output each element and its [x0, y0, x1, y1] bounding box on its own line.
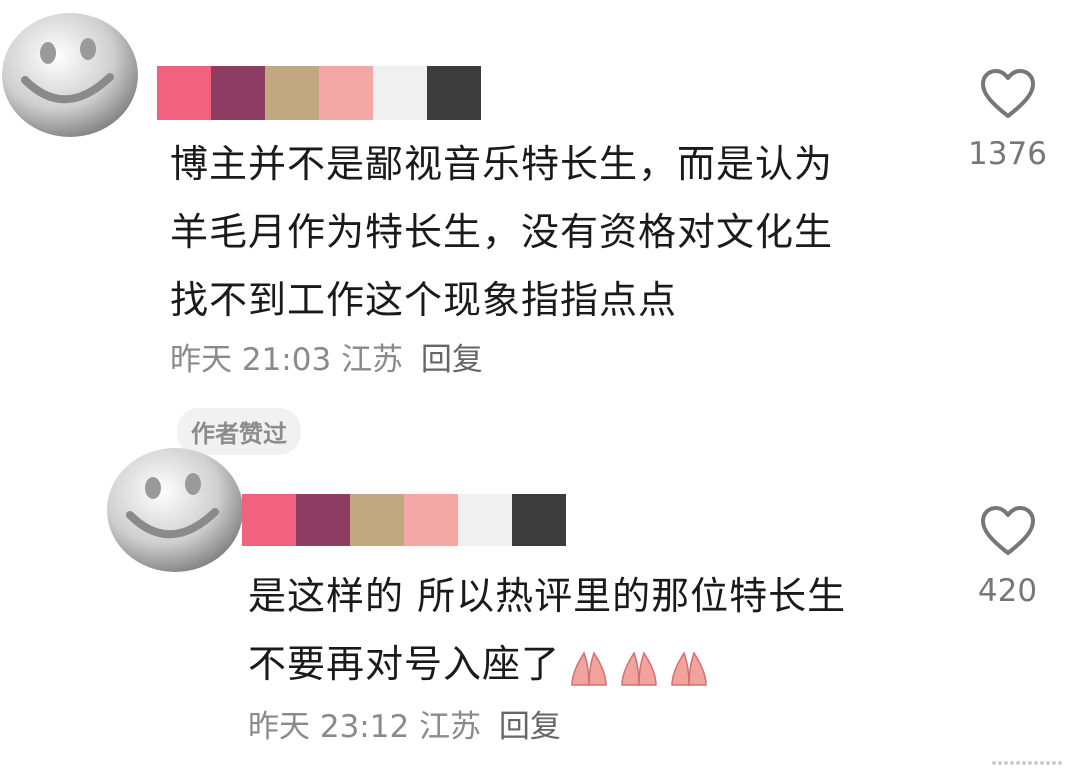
like-button[interactable]: 420 — [965, 505, 1050, 611]
heart-outline-icon — [980, 69, 1035, 118]
palette-swatch — [404, 494, 458, 546]
username-redacted-palette[interactable] — [157, 66, 481, 120]
location: 江苏 — [419, 709, 482, 745]
palette-swatch — [427, 66, 481, 120]
location: 江苏 — [341, 342, 404, 378]
timestamp: 昨天 23:12 — [248, 709, 410, 745]
palette-swatch — [373, 66, 427, 120]
comment-2-meta: 昨天 23:12 江苏 回复 — [248, 707, 561, 747]
avatar[interactable] — [105, 440, 245, 580]
comment-2-line-1: 是这样的 所以热评里的那位特长生 — [248, 574, 847, 618]
palette-swatch — [265, 66, 319, 120]
watermark-dots — [992, 761, 1062, 765]
palette-swatch — [458, 494, 512, 546]
palette-swatch — [319, 66, 373, 120]
reply-button[interactable]: 回复 — [421, 342, 483, 378]
praying-hands-icon — [571, 651, 707, 686]
smiley-face-icon — [2, 13, 138, 137]
comment-1-meta: 昨天 21:03 江苏 回复 — [170, 340, 483, 380]
palette-swatch — [211, 66, 265, 120]
comment-1-line-3: 找不到工作这个现象指指点点 — [170, 278, 678, 322]
smiley-face-icon — [107, 448, 243, 572]
palette-swatch — [157, 66, 211, 120]
like-count: 1376 — [968, 136, 1047, 172]
reply-button[interactable]: 回复 — [499, 709, 561, 745]
praying-hands-emoji-group — [566, 633, 718, 701]
palette-swatch — [512, 494, 566, 546]
comment-1-line-2: 羊毛月作为特长生，没有资格对文化生 — [170, 210, 834, 254]
comment-1-line-1: 博主并不是鄙视音乐特长生，而是认为 — [170, 142, 834, 186]
palette-swatch — [296, 494, 350, 546]
like-button[interactable]: 1376 — [965, 68, 1050, 174]
avatar[interactable] — [0, 5, 140, 145]
palette-swatch — [350, 494, 404, 546]
comment-2-line-2-text: 不要再对号入座了 — [248, 642, 561, 686]
username-redacted-palette[interactable] — [242, 494, 566, 546]
timestamp: 昨天 21:03 — [170, 342, 332, 378]
palette-swatch — [242, 494, 296, 546]
comment-1-text: 博主并不是鄙视音乐特长生，而是认为 羊毛月作为特长生，没有资格对文化生 找不到工… — [170, 130, 930, 334]
like-count: 420 — [977, 573, 1038, 609]
comment-2-line-2: 不要再对号入座了 — [248, 630, 948, 701]
heart-outline-icon — [980, 506, 1035, 555]
comment-2-text: 是这样的 所以热评里的那位特长生 不要再对号入座了 — [248, 562, 948, 701]
